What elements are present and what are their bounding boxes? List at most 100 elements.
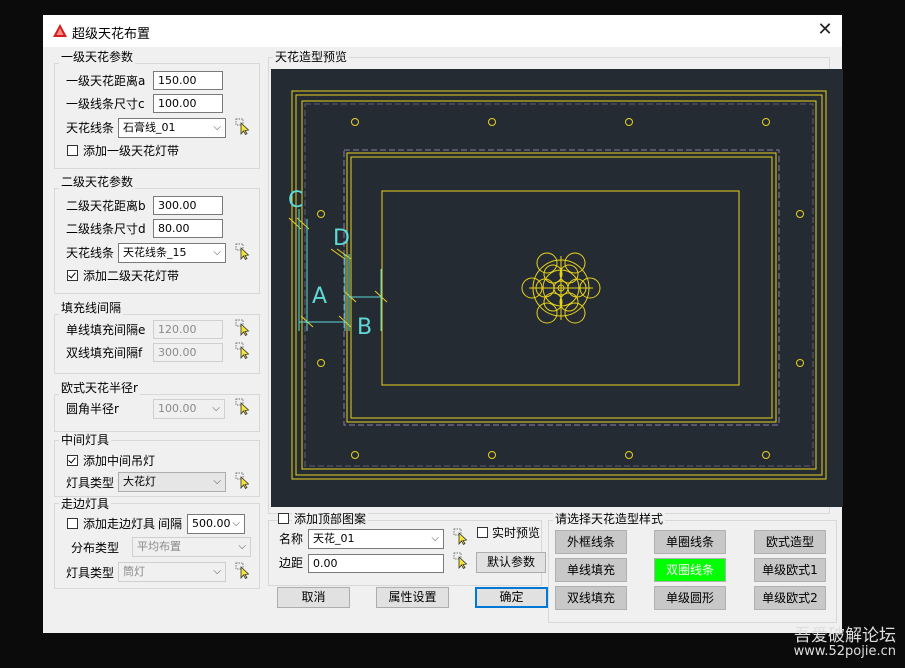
realtime-preview-checkbox[interactable]	[477, 527, 488, 538]
euro-radius-select[interactable]: 100.00 ⌵	[153, 399, 225, 419]
level1-line-size-label: 一级线条尺寸c	[66, 97, 145, 111]
level2-dist-label: 二级天花距离b	[66, 199, 146, 213]
level1-line-size-input[interactable]: 100.00	[153, 94, 223, 113]
fill-double-input[interactable]: 300.00	[153, 343, 223, 362]
style-single-round-button[interactable]: 单级圆形	[654, 586, 726, 610]
chevron-down-icon: ⌵	[213, 566, 221, 577]
aisle-light-type-value: 筒灯	[123, 565, 145, 578]
window-title: 超级天花布置	[72, 27, 151, 42]
top-pattern-add-checkbox[interactable]	[278, 513, 289, 524]
aisle-light-type-select[interactable]: 筒灯 ⌵	[118, 562, 226, 582]
style-single-euro2-button[interactable]: 单级欧式2	[754, 586, 826, 610]
center-light-type-value: 大花灯	[123, 475, 156, 488]
pick-cursor-icon[interactable]	[233, 342, 250, 359]
top-pattern-name-select[interactable]: 天花_01 ⌵	[308, 529, 444, 549]
top-pattern-name-value: 天花_01	[313, 532, 355, 545]
aisle-light-dist-type-value: 平均布置	[137, 540, 181, 553]
dim-label-b: B	[357, 315, 372, 340]
aisle-light-spacing-select[interactable]: 500.00 ⌵	[187, 514, 245, 534]
level2-light-strip-checkbox[interactable]	[67, 270, 78, 281]
title-bar: 超级天花布置 ✕	[43, 15, 842, 47]
ok-button[interactable]: 确定	[475, 587, 548, 608]
pick-cursor-icon[interactable]	[233, 398, 250, 415]
aisle-light-spacing-value: 500.00	[192, 517, 231, 530]
pick-cursor-icon[interactable]	[451, 528, 468, 545]
euro-group-title: 欧式天花半径r	[59, 381, 140, 395]
center-light-type-label: 灯具类型	[66, 476, 115, 490]
realtime-preview-label: 实时预览	[492, 526, 541, 540]
dim-label-a: A	[312, 284, 327, 309]
style-euro-button[interactable]: 欧式造型	[754, 530, 826, 554]
level1-line-type-select[interactable]: 石膏线_01 ⌵	[118, 118, 226, 138]
chevron-down-icon: ⌵	[213, 476, 221, 487]
preview-group-title: 天花造型预览	[273, 50, 350, 64]
center-light-add-label: 添加中间吊灯	[83, 454, 156, 468]
pick-cursor-icon[interactable]	[233, 562, 250, 579]
chevron-down-icon: ⌵	[238, 541, 246, 552]
dialog-window: 超级天花布置 ✕ 一级天花参数 一级天花距离a 150.00 一级线条尺寸c 1…	[43, 15, 843, 633]
pick-cursor-icon[interactable]	[233, 118, 250, 135]
chevron-down-icon: ⌵	[213, 122, 221, 133]
fill-double-label: 双线填充间隔f	[66, 346, 143, 360]
dim-label-c: C	[288, 188, 303, 213]
center-light-add-checkbox[interactable]	[67, 455, 78, 466]
style-double-fill-button[interactable]: 双线填充	[555, 586, 627, 610]
level1-dist-label: 一级天花距离a	[66, 74, 146, 88]
level2-line-type-label: 天花线条	[66, 246, 115, 260]
style-single-fill-button[interactable]: 单线填充	[555, 558, 627, 582]
default-params-button[interactable]: 默认参数	[476, 552, 546, 573]
chevron-down-icon: ⌵	[213, 247, 221, 258]
autocad-icon	[53, 24, 67, 37]
level1-line-type-label: 天花线条	[66, 121, 115, 135]
ceiling-preview: A B C D	[271, 69, 843, 507]
fill-group-title: 填充线间隔	[59, 301, 124, 315]
chevron-down-icon: ⌵	[232, 518, 240, 529]
aisle-light-spacing-label: 间隔	[158, 517, 183, 531]
style-outer-frame-button[interactable]: 外框线条	[555, 530, 627, 554]
property-settings-button[interactable]: 属性设置	[376, 587, 449, 608]
close-icon[interactable]: ✕	[808, 15, 842, 47]
top-pattern-margin-label: 边距	[279, 556, 304, 570]
level2-line-size-label: 二级线条尺寸d	[66, 222, 146, 236]
pick-cursor-icon[interactable]	[233, 319, 250, 336]
cancel-button[interactable]: 取消	[277, 587, 350, 608]
chevron-down-icon: ⌵	[431, 533, 439, 544]
level2-light-strip-label: 添加二级天花灯带	[83, 269, 180, 283]
watermark-url: www.52pojie.cn	[793, 644, 896, 659]
pick-cursor-icon[interactable]	[451, 552, 468, 569]
dim-label-d: D	[333, 226, 350, 251]
pick-cursor-icon[interactable]	[233, 472, 250, 489]
style-single-euro1-button[interactable]: 单级欧式1	[754, 558, 826, 582]
aisle-light-add-label: 添加走边灯具	[83, 517, 156, 531]
ceiling-preview-drawing: A B C D	[288, 90, 827, 480]
level2-line-type-select[interactable]: 天花线条_15 ⌵	[118, 243, 226, 263]
style-single-ring-button[interactable]: 单圈线条	[654, 530, 726, 554]
level2-dist-input[interactable]: 300.00	[153, 196, 223, 215]
level2-line-size-input[interactable]: 80.00	[153, 219, 223, 238]
aisle-light-dist-type-label: 分布类型	[71, 541, 120, 555]
level2-line-type-value: 天花线条_15	[123, 246, 187, 259]
style-double-ring-button[interactable]: 双圈线条	[654, 558, 726, 582]
level2-group-title: 二级天花参数	[59, 175, 136, 189]
top-pattern-name-label: 名称	[279, 532, 304, 546]
euro-radius-value: 100.00	[158, 402, 197, 415]
center-light-group-title: 中间灯具	[59, 433, 112, 447]
level1-light-strip-label: 添加一级天花灯带	[83, 144, 180, 158]
euro-radius-label: 圆角半径r	[66, 402, 119, 416]
styles-group-title: 请选择天花造型样式	[553, 512, 666, 526]
chevron-down-icon: ⌵	[212, 403, 220, 414]
center-light-type-select[interactable]: 大花灯 ⌵	[118, 472, 226, 492]
aisle-light-add-checkbox[interactable]	[67, 518, 78, 529]
level1-line-type-value: 石膏线_01	[123, 121, 176, 134]
fill-single-input[interactable]: 120.00	[153, 320, 223, 339]
pick-cursor-icon[interactable]	[233, 243, 250, 260]
aisle-light-type-label: 灯具类型	[66, 566, 115, 580]
level1-group-title: 一级天花参数	[59, 50, 136, 64]
level1-light-strip-checkbox[interactable]	[67, 145, 78, 156]
aisle-light-dist-type-select[interactable]: 平均布置 ⌵	[132, 537, 251, 557]
level1-dist-input[interactable]: 150.00	[153, 71, 223, 90]
watermark-title: 吾爱破解论坛	[794, 626, 896, 646]
top-pattern-margin-input[interactable]: 0.00	[308, 554, 444, 573]
aisle-light-group-title: 走边灯具	[59, 497, 112, 511]
fill-single-label: 单线填充间隔e	[66, 323, 146, 337]
